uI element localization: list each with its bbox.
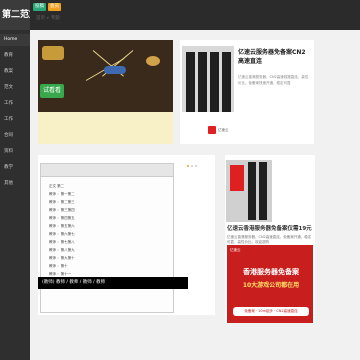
sidebar-item-8[interactable]: 教学 [0,162,30,174]
banner-headline: 香港服务器免备案 [243,268,299,276]
server-ad[interactable]: 亿速云服务器免备案CN2高速直连 亿速云香港服务器，CN2高速线路直连，高性价比… [180,40,314,144]
pagination-dots [187,165,197,167]
document-line: 教师 ：第十 [49,264,68,268]
sidebar: Home 教育 教案 范文 工作 工作 合同 资料 教学 其他 [0,30,30,360]
brand-logo-icon [208,126,216,134]
brand-logo-icon [230,165,244,191]
dot-icon[interactable] [191,165,193,167]
sidebar-item-6[interactable]: 合同 [0,130,30,142]
server-ad-2[interactable]: 亿速云香港服务器免备案仅需19元 亿速云香港服务器，CN2高速直连，免备案开通，… [225,155,315,323]
document-line: 教师 ：第四第五 [49,216,75,220]
sidebar-item-4[interactable]: 工作 [0,98,30,110]
document-line: 教师 ：第八第九 [49,248,75,252]
server-rack-image-2 [226,160,272,222]
server-ad-title[interactable]: 亿速云服务器免备案CN2高速直连 [238,48,310,66]
tab-contribute[interactable]: 投稿 [33,3,46,11]
breadcrumb-separator: › [47,16,49,21]
dot-icon[interactable] [195,165,197,167]
game-ad[interactable]: 试看看 [38,40,173,144]
server-ad-2-title[interactable]: 亿速云香港服务器免备案仅需19元 [227,225,313,233]
document-preview-card: 正文 第二 教师 ：第一第二 教师 ：第二第三 教师 ：第三第四 教师 ：第四第… [38,155,215,315]
document-body: 正文 第二 教师 ：第一第二 教师 ：第二第三 教师 ：第三第四 教师 ：第四第… [49,182,169,278]
document-window[interactable]: 正文 第二 教师 ：第一第二 教师 ：第二第三 教师 ：第三第四 教师 ：第四第… [40,163,174,313]
server-ad-brand: 亿速云 [218,128,229,132]
document-toolbar [41,164,173,177]
server-ad-desc: 亿速云香港服务器，CN2高速线路直连，高性价比，免备案快速开通，稳定可靠 [238,75,309,85]
document-line: 教师 ：第三第四 [49,208,75,212]
tab-member[interactable]: 会员 [48,3,61,11]
breadcrumb-current[interactable]: 专题 [51,16,60,21]
sidebar-item-7[interactable]: 资料 [0,146,30,158]
server-rack-image [182,46,234,112]
banner-subheadline: 10大游戏公司都在用 [242,282,300,289]
document-line: 正文 第二 [49,184,65,188]
sidebar-item-1[interactable]: 教育 [0,50,30,62]
game-ad-image [38,40,173,112]
document-line: 教师 ：第五第六 [49,224,75,228]
breadcrumb-home[interactable]: 首页 [36,16,45,21]
sidebar-item-3[interactable]: 范文 [0,82,30,94]
document-caption[interactable]: (教师) 教师 / 教师 / 教师 / 教师 [38,277,188,289]
document-line: 教师 ：第九第十 [49,256,75,260]
document-line: 教师 ：第六第七 [49,232,75,236]
sidebar-item-home[interactable]: Home [0,34,30,46]
try-button[interactable]: 试看看 [40,84,64,98]
fish-icon [104,66,126,74]
breadcrumb: 首页 › 专题 [36,14,60,24]
game-logo-icon [42,46,64,60]
header-tabs: 投稿 会员 [33,3,61,11]
banner-brand: 亿速云 [230,248,241,252]
document-line: 教师 ：第七第八 [49,240,75,244]
sidebar-item-9[interactable]: 其他 [0,178,30,190]
document-line: 教师 ：第一第二 [49,192,75,196]
sidebar-item-5[interactable]: 工作 [0,114,30,126]
dot-icon[interactable] [187,165,189,167]
sidebar-item-2[interactable]: 教案 [0,66,30,78]
promo-banner[interactable]: 亿速云 香港服务器免备案 10大游戏公司都在用 免备案 · 10m起步 · CN… [227,245,313,323]
server-ad-2-desc: 亿速云香港服务器，CN2高速直连，免备案开通，稳定可靠，高性价比，欢迎选购 [227,235,312,244]
site-logo[interactable]: 第二范文网 [0,0,30,30]
document-line: 教师 ：第二第三 [49,200,75,204]
gold-icon [146,56,160,66]
banner-features: 免备案 · 10m起步 · CN2高速直连 [233,307,309,316]
